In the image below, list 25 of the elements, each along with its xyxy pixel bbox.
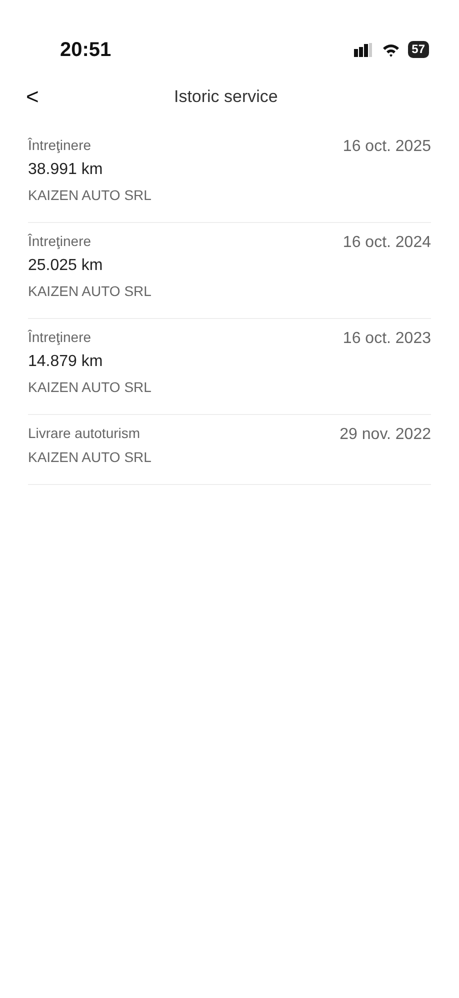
service-entry[interactable]: Întreţinere 38.991 km KAIZEN AUTO SRL 16 oct. 2025	[28, 127, 431, 223]
mileage: 38.991 km	[28, 160, 104, 180]
back-button[interactable]: <	[22, 86, 43, 108]
service-date: 16 oct. 2023	[342, 329, 431, 349]
wifi-icon	[382, 42, 400, 56]
service-date: 29 nov. 2022	[340, 425, 431, 445]
status-time: 20:51	[60, 38, 112, 62]
service-provider: KAIZEN AUTO SRL	[28, 282, 152, 301]
signal-icon	[354, 42, 374, 56]
service-entry[interactable]: Întreţinere 25.025 km KAIZEN AUTO SRL 16 oct. 2024	[28, 223, 431, 319]
service-type: Livrare autoturism	[28, 424, 142, 443]
battery-indicator: 57	[408, 41, 429, 58]
service-entry[interactable]: Întreţinere 14.879 km KAIZEN AUTO SRL 16 oct. 2023	[28, 319, 431, 415]
service-type: Întreţinere	[28, 328, 92, 347]
service-provider: KAIZEN AUTO SRL	[28, 378, 152, 397]
mileage: 25.025 km	[28, 256, 104, 276]
service-provider: KAIZEN AUTO SRL	[28, 448, 152, 467]
service-type: Întreţinere	[28, 136, 92, 155]
service-entry[interactable]: Livrare autoturism KAIZEN AUTO SRL 29 nov. 2022	[28, 415, 431, 485]
mileage: 14.879 km	[28, 352, 104, 372]
service-date: 16 oct. 2025	[342, 137, 431, 157]
service-provider: KAIZEN AUTO SRL	[28, 186, 152, 205]
service-type: Întreţinere	[28, 232, 92, 251]
service-date: 16 oct. 2024	[342, 233, 431, 253]
screen-title: Istoric service	[174, 87, 278, 106]
